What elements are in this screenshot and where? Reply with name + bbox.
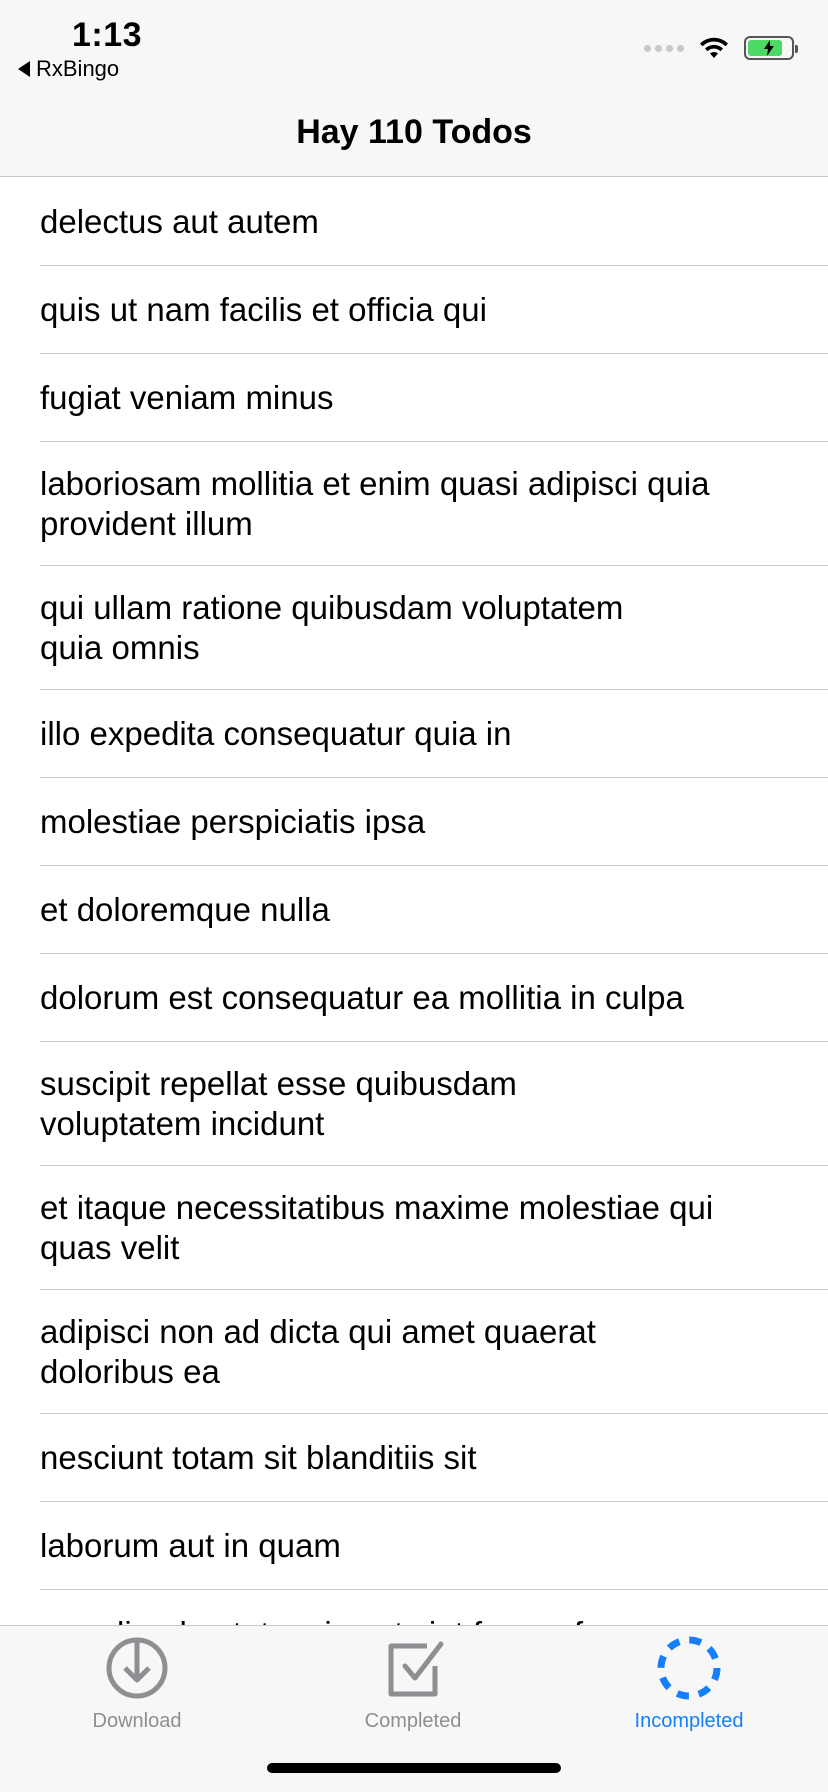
list-item[interactable]: adipisci non ad dicta qui amet quaerat d…	[0, 1290, 828, 1414]
todo-title: molestiae perspiciatis ipsa	[40, 803, 426, 840]
checkbox-icon	[388, 1641, 444, 1697]
todo-title: illo expedita consequatur quia in	[40, 715, 512, 752]
list-item[interactable]: laboriosam mollitia et enim quasi adipis…	[0, 442, 828, 566]
dashed-circle-icon	[657, 1636, 721, 1700]
wifi-icon	[700, 37, 728, 58]
tab-download[interactable]: Download	[37, 1632, 237, 1733]
tab-label: Download	[92, 1710, 182, 1732]
list-item[interactable]: nesciunt totam sit blanditiis sit	[0, 1414, 828, 1502]
list-item[interactable]: delectus aut autem	[0, 178, 828, 266]
cellular-signal-icon	[644, 44, 684, 52]
todo-title: laborum aut in quam	[40, 1527, 341, 1564]
list-item[interactable]: qui ullam ratione quibusdam voluptatem q…	[0, 566, 828, 690]
tab-label: Incompleted	[634, 1710, 744, 1732]
todo-title: adipisci non ad dicta qui amet quaerat d…	[40, 1313, 596, 1390]
todo-title: qui ullam ratione quibusdam voluptatem q…	[40, 589, 624, 666]
tab-label: Completed	[364, 1710, 462, 1732]
tab-incompleted[interactable]: Incompleted	[589, 1632, 789, 1733]
list-item[interactable]: molestiae perspiciatis ipsa	[0, 778, 828, 866]
back-to-app-button[interactable]: RxBingo	[18, 56, 119, 82]
screen: 1:13 RxBingo Hay 110 Todos delectus aut …	[0, 0, 828, 1792]
todo-title: quis ut nam facilis et officia qui	[40, 291, 487, 328]
battery-icon	[744, 36, 798, 60]
list-item[interactable]: quis ut nam facilis et officia qui	[0, 266, 828, 354]
navigation-header: 1:13 RxBingo Hay 110 Todos	[0, 0, 828, 177]
todo-title: dolorum est consequatur ea mollitia in c…	[40, 979, 684, 1016]
tab-completed[interactable]: Completed	[313, 1632, 513, 1733]
todo-title: fugiat veniam minus	[40, 379, 334, 416]
list-item[interactable]: suscipit repellat esse quibusdam volupta…	[0, 1042, 828, 1166]
todo-title: et itaque necessitatibus maxime molestia…	[40, 1189, 714, 1266]
list-item[interactable]: laborum aut in quam	[0, 1502, 828, 1590]
back-app-label: RxBingo	[36, 56, 120, 81]
status-indicators	[644, 36, 798, 60]
todo-title: suscipit repellat esse quibusdam volupta…	[40, 1065, 517, 1142]
todo-list[interactable]: delectus aut autem quis ut nam facilis e…	[0, 178, 828, 1678]
download-icon	[106, 1637, 168, 1699]
page-title: Hay 110 Todos	[296, 113, 532, 151]
home-indicator[interactable]	[267, 1763, 561, 1773]
todo-title: nesciunt totam sit blanditiis sit	[40, 1439, 477, 1476]
todo-title: delectus aut autem	[40, 203, 319, 240]
list-item[interactable]: et doloremque nulla	[0, 866, 828, 954]
list-item[interactable]: illo expedita consequatur quia in	[0, 690, 828, 778]
status-time: 1:13	[72, 16, 143, 54]
todo-title: et doloremque nulla	[40, 891, 330, 928]
back-arrow-icon	[18, 61, 30, 77]
list-item[interactable]: fugiat veniam minus	[0, 354, 828, 442]
todo-title: laboriosam mollitia et enim quasi adipis…	[40, 465, 710, 542]
list-item[interactable]: et itaque necessitatibus maxime molestia…	[0, 1166, 828, 1290]
list-item[interactable]: dolorum est consequatur ea mollitia in c…	[0, 954, 828, 1042]
